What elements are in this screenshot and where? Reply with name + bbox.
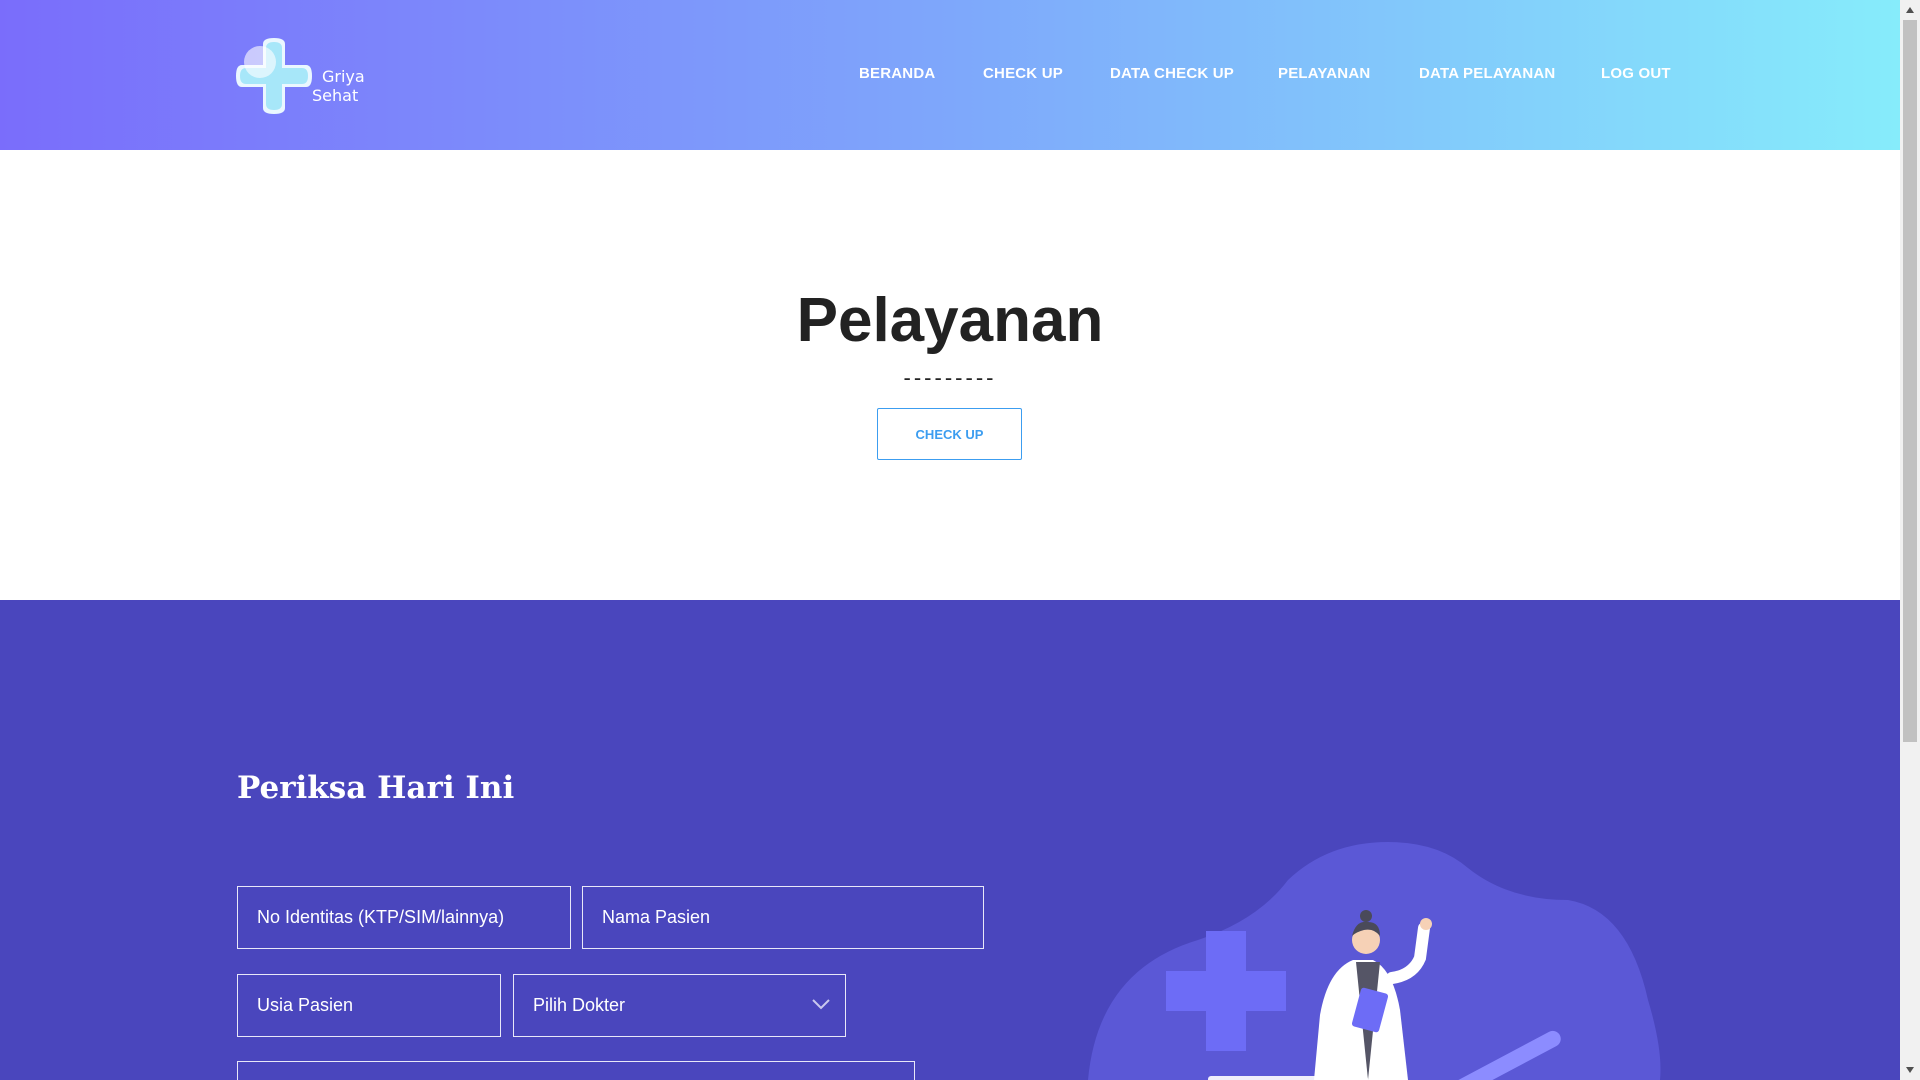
no-identitas-input[interactable]: No Identitas (KTP/SIM/lainnya) — [237, 886, 571, 949]
main-nav: BERANDA CHECK UP DATA CHECK UP PELAYANAN… — [0, 65, 1900, 85]
nav-data-pelayanan[interactable]: DATA PELAYANAN — [1419, 65, 1555, 82]
scroll-down-arrow-icon[interactable] — [1905, 1066, 1915, 1074]
nav-beranda[interactable]: BERANDA — [859, 65, 935, 82]
page-title: Pelayanan — [796, 286, 1104, 355]
nav-data-check-up[interactable]: DATA CHECK UP — [1110, 65, 1234, 82]
pilih-dokter-select[interactable]: Pilih Dokter — [513, 974, 846, 1037]
nav-log-out[interactable]: LOG OUT — [1601, 65, 1671, 82]
nav-pelayanan[interactable]: PELAYANAN — [1278, 65, 1370, 82]
page-scrollbar[interactable] — [1900, 0, 1920, 1080]
header: Griya Sehat BERANDA CHECK UP DATA CHECK … — [0, 0, 1900, 150]
chevron-down-icon — [812, 999, 830, 1010]
doctor-illustration — [1088, 842, 1661, 1080]
nav-check-up[interactable]: CHECK UP — [983, 65, 1063, 82]
title-divider: --------- — [903, 365, 997, 390]
keluhan-input[interactable] — [237, 1061, 915, 1080]
brand-line-2: Sehat — [312, 86, 359, 105]
pilih-dokter-selected: Pilih Dokter — [533, 995, 626, 1015]
scroll-thumb[interactable] — [1903, 20, 1917, 742]
page: Griya Sehat BERANDA CHECK UP DATA CHECK … — [0, 0, 1920, 1080]
check-up-button[interactable]: CHECK UP — [877, 408, 1022, 460]
usia-pasien-placeholder: Usia Pasien — [257, 995, 354, 1015]
form-title: Periksa Hari Ini — [237, 770, 515, 806]
nama-pasien-input[interactable]: Nama Pasien — [582, 886, 984, 949]
nama-pasien-placeholder: Nama Pasien — [602, 907, 711, 927]
no-identitas-placeholder: No Identitas (KTP/SIM/lainnya) — [257, 907, 505, 927]
usia-pasien-input[interactable]: Usia Pasien — [237, 974, 501, 1037]
scroll-up-arrow-icon[interactable] — [1905, 6, 1915, 14]
checkup-form-section: Periksa Hari Ini No Identitas (KTP/SIM/l… — [0, 600, 1900, 1080]
